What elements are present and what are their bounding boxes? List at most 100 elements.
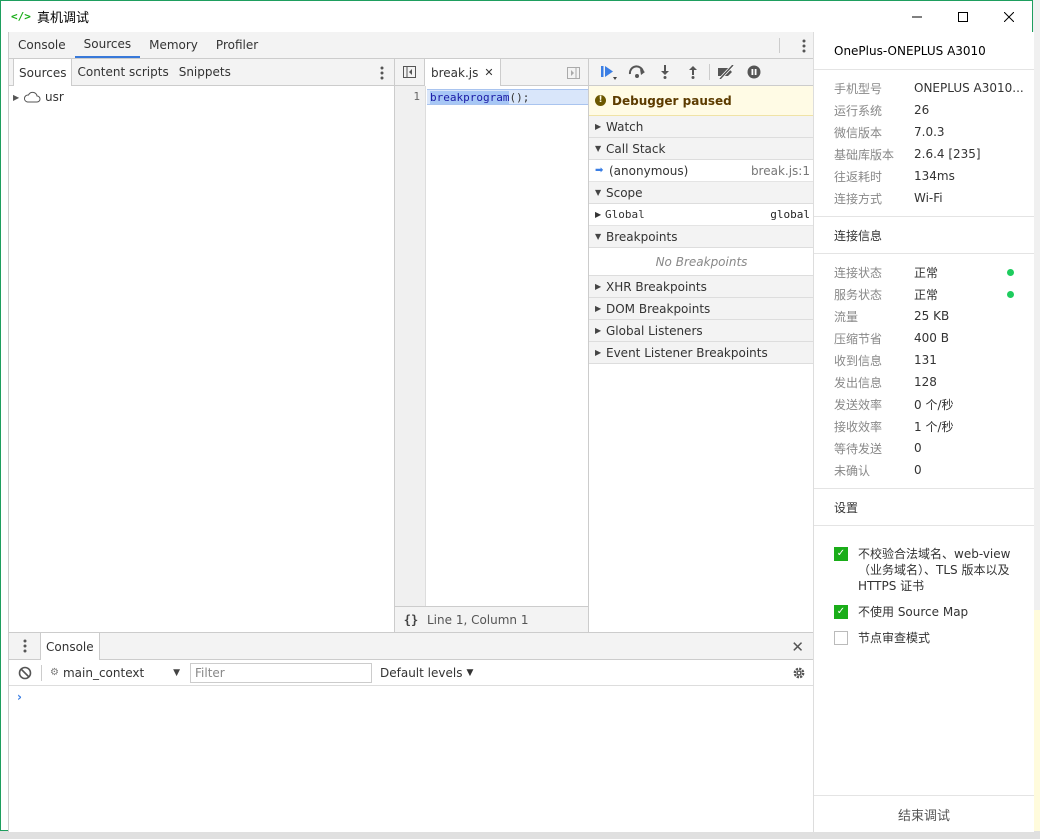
info-key: 服务状态 bbox=[834, 287, 883, 302]
resume-button[interactable] bbox=[595, 59, 623, 86]
close-button[interactable] bbox=[986, 1, 1032, 32]
pause-icon bbox=[747, 65, 761, 79]
info-row: 基础库版本 2.6.4 [235] bbox=[814, 143, 1034, 165]
toggle-navigator-button[interactable] bbox=[395, 59, 425, 85]
info-key: 手机型号 bbox=[834, 81, 883, 96]
step-over-button[interactable] bbox=[623, 59, 651, 86]
minimize-icon bbox=[912, 16, 922, 17]
console-prompt[interactable]: › bbox=[9, 686, 814, 704]
scope-name: Global bbox=[605, 208, 645, 221]
block-icon bbox=[18, 666, 32, 679]
devtools-menu-button[interactable] bbox=[802, 32, 806, 59]
section-dom-breakpoints[interactable]: ▶ DOM Breakpoints bbox=[589, 298, 814, 320]
section-call-stack[interactable]: ▼ Call Stack bbox=[589, 138, 814, 160]
sidebar-left-icon bbox=[403, 66, 416, 78]
navigator-menu-button[interactable] bbox=[380, 59, 384, 86]
console-toolbar: ⚙ main_context ▼ Default levels ▼ bbox=[9, 660, 814, 686]
step-out-button[interactable] bbox=[679, 59, 707, 86]
code-line-paused[interactable]: breakprogram(); bbox=[427, 89, 588, 105]
checkbox-unchecked[interactable] bbox=[834, 631, 848, 645]
sidebar-right-icon bbox=[567, 66, 580, 79]
tab-profiler[interactable]: Profiler bbox=[207, 32, 267, 58]
clear-console-button[interactable] bbox=[9, 666, 41, 680]
tab-console[interactable]: Console bbox=[9, 32, 75, 58]
maximize-button[interactable] bbox=[940, 1, 986, 32]
info-key: 未确认 bbox=[834, 463, 871, 478]
tree-item-usr[interactable]: ▶ usr bbox=[9, 86, 394, 108]
close-drawer-icon[interactable]: ✕ bbox=[791, 633, 804, 660]
info-key: 发出信息 bbox=[834, 375, 883, 390]
close-tab-icon[interactable]: ✕ bbox=[484, 66, 493, 79]
section-breakpoints[interactable]: ▼ Breakpoints bbox=[589, 226, 814, 248]
minimize-button[interactable] bbox=[894, 1, 940, 32]
setting-label: 不使用 Source Map bbox=[858, 605, 969, 619]
pretty-print-icon[interactable]: {} bbox=[395, 613, 427, 627]
toolbar-divider bbox=[779, 38, 780, 53]
nav-tab-snippets[interactable]: Snippets bbox=[174, 59, 236, 85]
scope-item[interactable]: ▶ Global global bbox=[589, 204, 814, 226]
line-number[interactable]: 1 bbox=[395, 89, 425, 105]
drawer-tab-console[interactable]: Console bbox=[41, 633, 100, 660]
expand-arrow-icon: ▶ bbox=[595, 210, 602, 219]
expand-arrow-icon: ▶ bbox=[595, 304, 602, 313]
info-row: 服务状态 正常 bbox=[814, 283, 1034, 305]
drawer-menu-button[interactable] bbox=[9, 633, 41, 659]
section-scope[interactable]: ▼ Scope bbox=[589, 182, 814, 204]
editor-tab-bar: break.js ✕ bbox=[395, 59, 588, 86]
setting-skip-domain-check[interactable]: ✓ 不校验合法域名、web-view（业务域名）、TLS 版本以及 HTTPS … bbox=[814, 546, 1034, 594]
step-into-button[interactable] bbox=[651, 59, 679, 86]
deactivate-breakpoints-button[interactable] bbox=[712, 59, 740, 86]
pause-on-exceptions-button[interactable] bbox=[740, 59, 768, 86]
tree-item-label: usr bbox=[45, 90, 64, 104]
info-key: 接收效率 bbox=[834, 419, 883, 434]
background-yellow-strip bbox=[1033, 610, 1040, 835]
info-key: 微信版本 bbox=[834, 125, 883, 140]
info-value: Wi-Fi bbox=[914, 191, 943, 205]
paused-message: Debugger paused bbox=[612, 93, 732, 108]
info-value: ONEPLUS A3010... bbox=[914, 81, 1024, 95]
section-watch[interactable]: ▶ Watch bbox=[589, 116, 814, 138]
console-filter-input[interactable] bbox=[190, 662, 372, 683]
info-key: 运行系统 bbox=[834, 103, 883, 118]
close-icon bbox=[1004, 11, 1014, 22]
context-selector[interactable]: ⚙ main_context ▼ bbox=[41, 664, 186, 681]
nav-tab-content-scripts[interactable]: Content scripts bbox=[72, 59, 173, 85]
tab-sources[interactable]: Sources bbox=[74, 32, 141, 58]
sources-navigator: Sources Content scripts Snippets ▶ usr bbox=[9, 59, 395, 632]
checkbox-checked[interactable]: ✓ bbox=[834, 605, 848, 619]
call-frame-location[interactable]: break.js:1 bbox=[751, 164, 810, 178]
line-gutter[interactable]: 1 bbox=[395, 86, 426, 606]
code-punctuation: (); bbox=[509, 91, 530, 104]
toggle-debugger-button[interactable] bbox=[567, 59, 580, 86]
log-levels-dropdown[interactable]: Default levels ▼ bbox=[380, 666, 473, 680]
section-label: DOM Breakpoints bbox=[606, 301, 711, 316]
deactivate-breakpoints-icon bbox=[718, 65, 735, 79]
setting-disable-source-map[interactable]: ✓ 不使用 Source Map bbox=[814, 604, 1034, 620]
info-row: 接收效率 1 个/秒 bbox=[814, 415, 1034, 437]
expand-arrow-icon: ▶ bbox=[13, 92, 20, 102]
info-row: 收到信息 131 bbox=[814, 349, 1034, 371]
info-key: 收到信息 bbox=[834, 353, 883, 368]
call-frame[interactable]: ➡ (anonymous) break.js:1 bbox=[589, 160, 814, 182]
console-settings-button[interactable] bbox=[792, 660, 806, 686]
code-area[interactable]: 1 breakprogram(); bbox=[395, 86, 588, 606]
section-global-listeners[interactable]: ▶ Global Listeners bbox=[589, 320, 814, 342]
section-xhr-breakpoints[interactable]: ▶ XHR Breakpoints bbox=[589, 276, 814, 298]
setting-label: 不校验合法域名、web-view（业务域名）、TLS 版本以及 HTTPS 证书 bbox=[858, 547, 1011, 593]
context-icon: ⚙ bbox=[50, 667, 59, 678]
info-row: 微信版本 7.0.3 bbox=[814, 121, 1034, 143]
checkbox-checked[interactable]: ✓ bbox=[834, 547, 848, 561]
setting-node-inspect-mode[interactable]: 节点审查模式 bbox=[814, 630, 1034, 646]
end-debugging-button[interactable]: 结束调试 bbox=[814, 795, 1034, 832]
info-key: 等待发送 bbox=[834, 441, 883, 456]
title-bar[interactable]: </> 真机调试 bbox=[1, 1, 1032, 32]
step-into-icon bbox=[661, 65, 669, 79]
kebab-menu-icon bbox=[802, 39, 806, 52]
tab-memory[interactable]: Memory bbox=[140, 32, 207, 58]
debugger-sidebar: ! Debugger paused ▶ Watch ▼ Call Stack ➡… bbox=[589, 59, 814, 632]
window-title: 真机调试 bbox=[37, 11, 90, 26]
resume-icon bbox=[601, 66, 617, 80]
nav-tab-sources[interactable]: Sources bbox=[13, 59, 73, 86]
file-tab-break-js[interactable]: break.js ✕ bbox=[425, 59, 501, 86]
section-event-listener-breakpoints[interactable]: ▶ Event Listener Breakpoints bbox=[589, 342, 814, 364]
